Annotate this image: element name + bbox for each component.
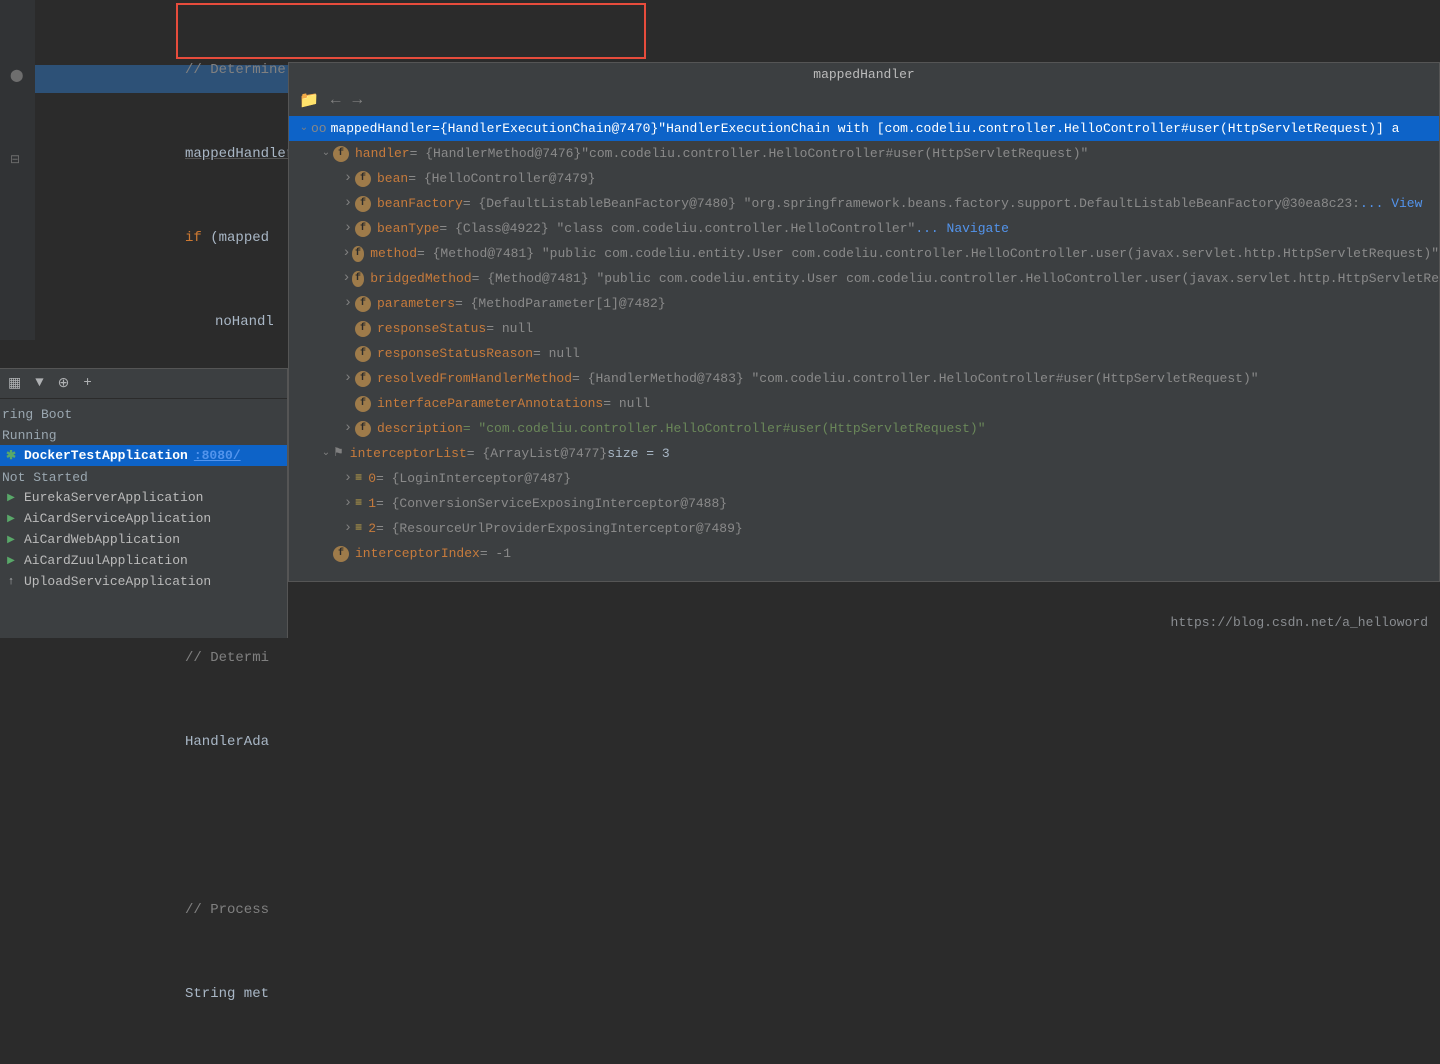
folder-icon[interactable]: 📁 <box>299 90 319 110</box>
dashboard-item[interactable]: AiCardWebApplication <box>0 529 287 550</box>
variable-tree[interactable]: oo mappedHandler = {HandlerExecutionChai… <box>289 114 1439 568</box>
tree-node-beantype[interactable]: f beanType = {Class@4922} "class com.cod… <box>289 216 1439 241</box>
field-icon: f <box>355 321 371 337</box>
expand-icon[interactable] <box>341 516 355 541</box>
add-icon[interactable]: ⊕ <box>58 375 70 392</box>
expand-icon[interactable] <box>341 241 352 266</box>
code-var: mappedHandler <box>185 146 294 162</box>
tree-node-beanfactory[interactable]: f beanFactory = {DefaultListableBeanFact… <box>289 191 1439 216</box>
run-dashboard[interactable]: ▦ ▼ ⊕ + ring Boot Running DockerTestAppl… <box>0 368 288 638</box>
breakpoint-icon[interactable]: ⬤ <box>10 68 23 83</box>
run-icon <box>4 512 18 526</box>
field-icon: f <box>352 271 364 287</box>
field-icon: f <box>355 221 371 237</box>
field-icon: f <box>355 421 371 437</box>
field-icon: f <box>355 396 371 412</box>
expand-icon[interactable] <box>341 416 355 441</box>
tree-node-i0[interactable]: ≡ 0 = {LoginInterceptor@7487} <box>289 466 1439 491</box>
tree-node-iface[interactable]: f interfaceParameterAnnotations = null <box>289 391 1439 416</box>
debug-evaluate-popup[interactable]: mappedHandler 📁 ← → oo mappedHandler = {… <box>288 62 1440 582</box>
dashboard-item-docker[interactable]: DockerTestApplication :8080/ <box>0 445 287 466</box>
plus-icon[interactable]: + <box>83 375 91 392</box>
field-icon: f <box>333 546 349 562</box>
tree-node-method[interactable]: f method = {Method@7481} "public com.cod… <box>289 241 1439 266</box>
dashboard-notstarted-header: Not Started <box>0 466 287 487</box>
bug-icon <box>4 449 18 463</box>
field-icon: f <box>355 346 371 362</box>
run-icon <box>4 554 18 568</box>
tree-node-resolved[interactable]: f resolvedFromHandlerMethod = {HandlerMe… <box>289 366 1439 391</box>
tree-node-params[interactable]: f parameters = {MethodParameter[1]@7482} <box>289 291 1439 316</box>
tree-node-bean[interactable]: f bean = {HelloController@7479} <box>289 166 1439 191</box>
upload-icon <box>4 575 18 589</box>
tree-node-iidx[interactable]: f interceptorIndex = -1 <box>289 541 1439 566</box>
expand-icon[interactable] <box>341 216 355 241</box>
expand-icon[interactable] <box>341 366 355 391</box>
list-item-icon: ≡ <box>355 516 362 541</box>
dashboard-item[interactable]: AiCardServiceApplication <box>0 508 287 529</box>
filter-icon[interactable]: ▼ <box>35 375 43 392</box>
oo-icon: oo <box>311 116 327 141</box>
tree-node-interceptorlist[interactable]: ⚑ interceptorList = {ArrayList@7477} siz… <box>289 441 1439 466</box>
field-icon: f <box>355 196 371 212</box>
dashboard-item[interactable]: UploadServiceApplication <box>0 571 287 592</box>
dashboard-item[interactable]: AiCardZuulApplication <box>0 550 287 571</box>
dashboard-header: ring Boot <box>0 403 287 424</box>
run-icon <box>4 533 18 547</box>
dashboard-item[interactable]: EurekaServerApplication <box>0 487 287 508</box>
view-link[interactable]: ... View <box>1360 191 1422 216</box>
port-link[interactable]: :8080/ <box>194 448 241 463</box>
field-icon: f <box>355 171 371 187</box>
tree-node-bridged[interactable]: f bridgedMethod = {Method@7481} "public … <box>289 266 1439 291</box>
list-item-icon: ≡ <box>355 466 362 491</box>
gutter: ⬤ ⊟ <box>0 0 35 340</box>
back-icon[interactable]: ← <box>331 91 341 109</box>
tree-root[interactable]: oo mappedHandler = {HandlerExecutionChai… <box>289 116 1439 141</box>
fold-icon[interactable]: ⊟ <box>10 152 20 167</box>
expand-icon[interactable] <box>341 266 352 291</box>
pin-icon: ⚑ <box>333 441 344 466</box>
popup-toolbar: 📁 ← → <box>289 86 1439 114</box>
field-icon: f <box>355 371 371 387</box>
tree-node-respstatus[interactable]: f responseStatus = null <box>289 316 1439 341</box>
tree-node-handler[interactable]: f handler = {HandlerMethod@7476} "com.co… <box>289 141 1439 166</box>
tree-node-i1[interactable]: ≡ 1 = {ConversionServiceExposingIntercep… <box>289 491 1439 516</box>
dashboard-list: ring Boot Running DockerTestApplication … <box>0 399 287 596</box>
expand-icon[interactable] <box>341 291 355 316</box>
tree-node-i2[interactable]: ≡ 2 = {ResourceUrlProviderExposingInterc… <box>289 516 1439 541</box>
field-icon: f <box>352 246 364 262</box>
dashboard-toolbar: ▦ ▼ ⊕ + <box>0 369 287 399</box>
list-item-icon: ≡ <box>355 491 362 516</box>
run-icon <box>4 491 18 505</box>
field-icon: f <box>333 146 349 162</box>
expand-icon[interactable] <box>319 441 333 466</box>
expand-icon[interactable] <box>341 191 355 216</box>
layout-icon[interactable]: ▦ <box>8 375 21 392</box>
popup-title: mappedHandler <box>289 63 1439 86</box>
dashboard-running-header: Running <box>0 424 287 445</box>
expand-icon[interactable] <box>297 116 311 141</box>
expand-icon[interactable] <box>341 166 355 191</box>
tree-node-desc[interactable]: f description = "com.codeliu.controller.… <box>289 416 1439 441</box>
expand-icon[interactable] <box>341 466 355 491</box>
expand-icon[interactable] <box>319 141 333 166</box>
field-icon: f <box>355 296 371 312</box>
expand-icon[interactable] <box>341 491 355 516</box>
tree-node-respreason[interactable]: f responseStatusReason = null <box>289 341 1439 366</box>
forward-icon[interactable]: → <box>353 91 363 109</box>
watermark: https://blog.csdn.net/a_helloword <box>1171 615 1428 630</box>
navigate-link[interactable]: ... Navigate <box>915 216 1009 241</box>
